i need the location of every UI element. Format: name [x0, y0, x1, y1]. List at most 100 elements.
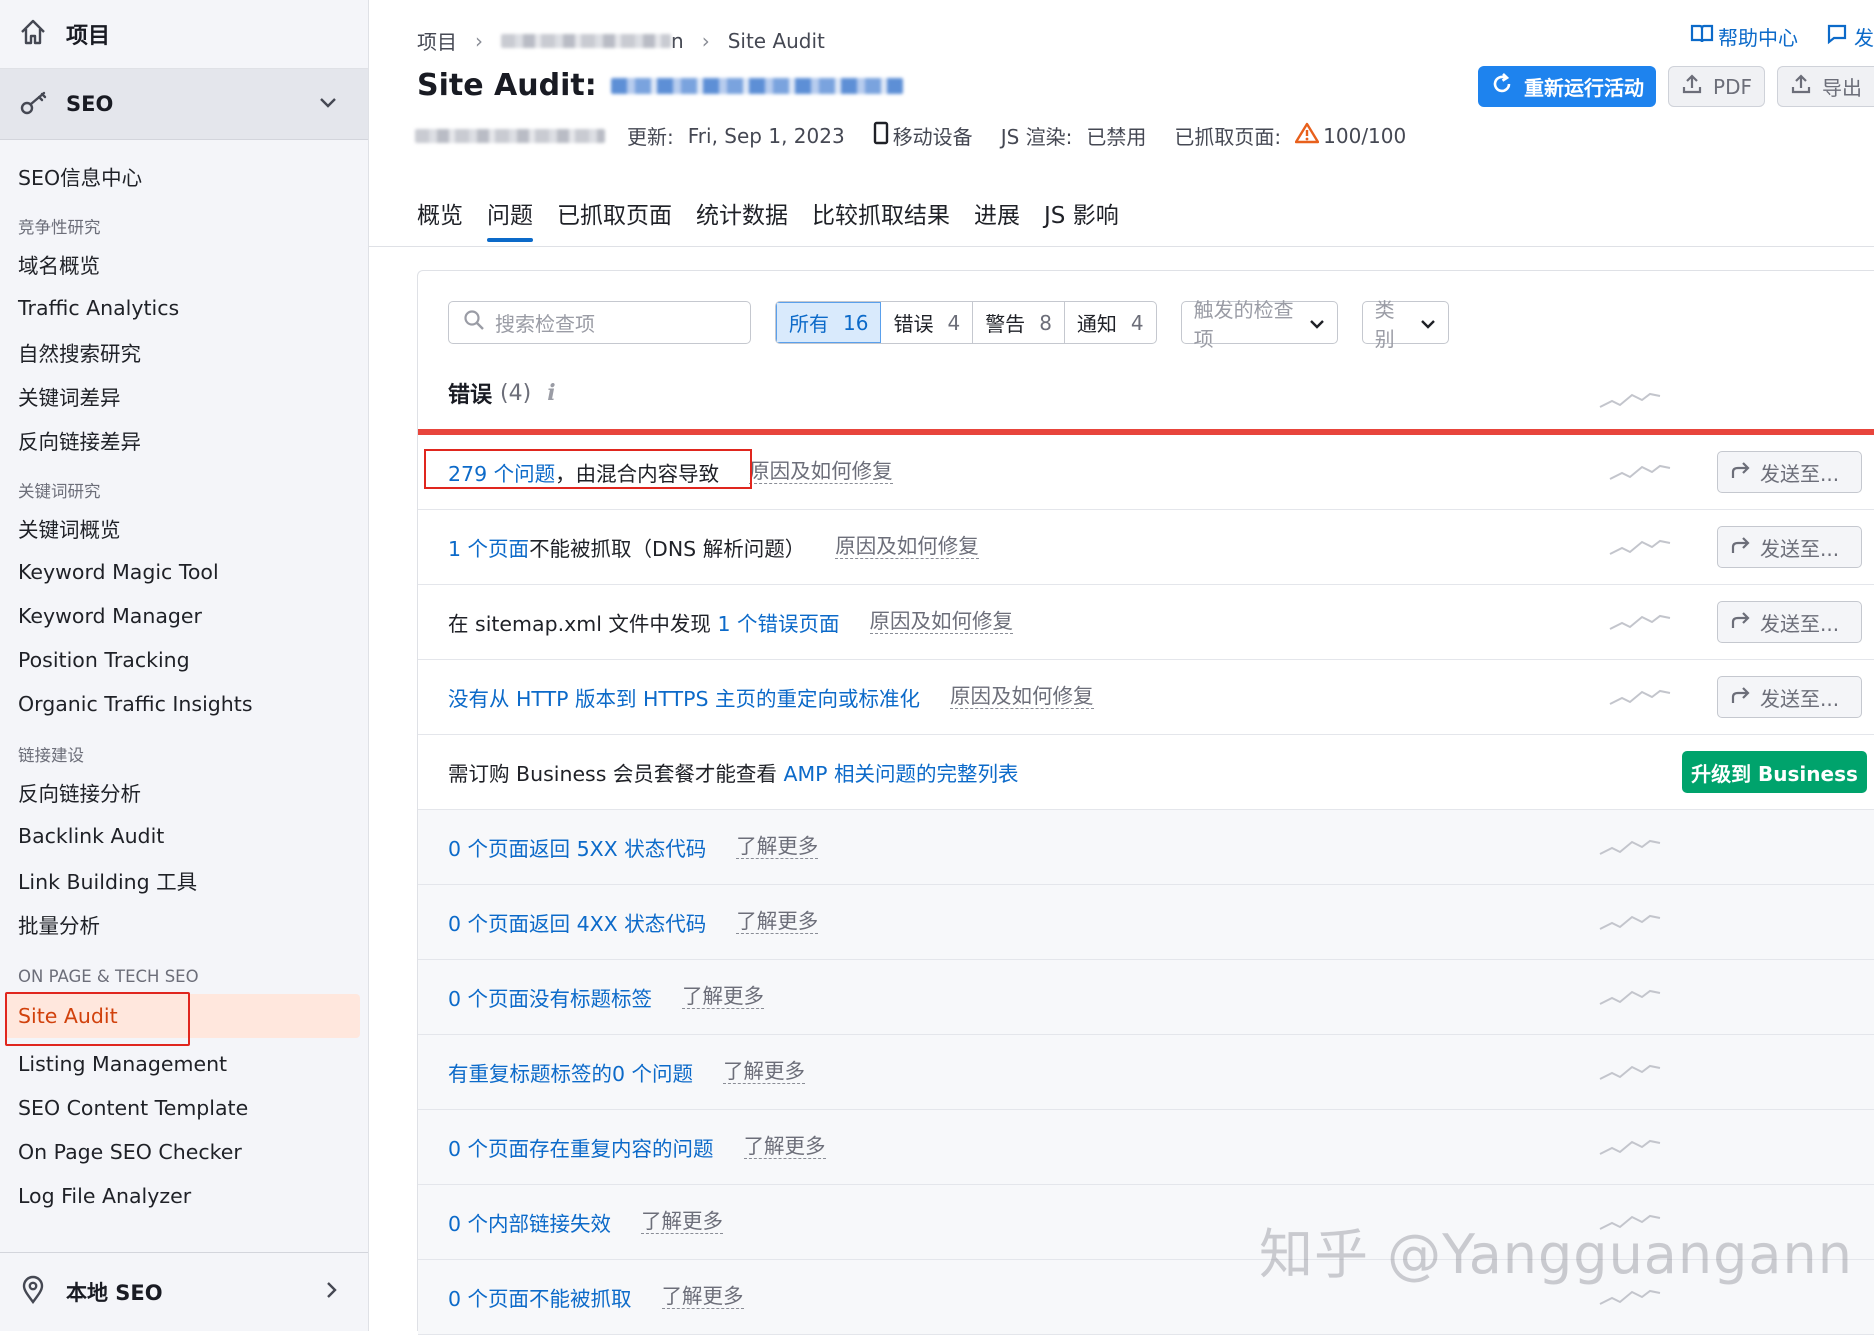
sidebar-item[interactable]: Keyword Magic Tool [0, 550, 368, 594]
sidebar-item[interactable]: 关键词差异 [0, 374, 368, 418]
trend-sparkline [1599, 392, 1661, 408]
issue-link[interactable]: 0 个页面返回 5XX 状态代码 [448, 837, 706, 861]
sidebar-item[interactable]: 域名概览 [0, 242, 368, 286]
sidebar-item[interactable]: 关键词概览 [0, 506, 368, 550]
issue-link[interactable]: 1 个错误页面 [717, 612, 839, 636]
sidebar-item-label: 批量分析 [18, 914, 100, 938]
feedback-link[interactable]: 发 [1826, 22, 1874, 51]
refresh-icon [1490, 72, 1514, 101]
sidebar-item-label: Organic Traffic Insights [18, 692, 253, 716]
severity-segment[interactable]: 通知 4 [1065, 302, 1156, 343]
send-to-button[interactable]: 发送至... [1717, 601, 1862, 643]
sidebar-item-label: 关键词概览 [18, 518, 121, 542]
share-arrow-icon [1730, 685, 1752, 710]
tab[interactable]: 进展 [974, 196, 1020, 242]
fix-guide-link[interactable]: 原因及如何修复 [835, 535, 979, 559]
sidebar-item[interactable]: Traffic Analytics [0, 286, 368, 330]
severity-segment[interactable]: 所有 16 [776, 302, 882, 343]
sidebar-seo-label: SEO [66, 92, 114, 116]
sidebar-item[interactable]: SEO信息中心 [0, 154, 368, 198]
severity-segment[interactable]: 警告 8 [973, 302, 1065, 343]
tab[interactable]: 已抓取页面 [557, 196, 672, 242]
tab[interactable]: 统计数据 [696, 196, 788, 242]
header-divider [369, 246, 1874, 247]
export-button[interactable]: 导出 [1777, 66, 1874, 107]
sidebar-item-label: On Page SEO Checker [18, 1140, 242, 1164]
issue-text: 0 个页面不能被抓取 [448, 1282, 632, 1312]
trend-sparkline [1599, 1064, 1661, 1080]
fix-guide-link[interactable]: 了解更多 [641, 1210, 724, 1234]
sidebar-item[interactable]: On Page SEO Checker [0, 1130, 368, 1174]
rerun-campaign-button[interactable]: 重新运行活动 [1478, 66, 1657, 107]
sidebar-item[interactable]: Listing Management [0, 1042, 368, 1086]
sidebar-item-label: Position Tracking [18, 648, 190, 672]
fix-guide-link[interactable]: 了解更多 [736, 910, 819, 934]
fix-guide-link[interactable]: 原因及如何修复 [950, 685, 1094, 709]
home-icon [18, 17, 48, 51]
send-to-button[interactable]: 发送至... [1717, 676, 1862, 718]
sidebar-item[interactable]: 自然搜索研究 [0, 330, 368, 374]
issue-link[interactable]: 0 个页面存在重复内容的问题 [448, 1137, 714, 1161]
info-icon[interactable]: i [547, 380, 555, 406]
sidebar-item[interactable]: Keyword Manager [0, 594, 368, 638]
sidebar-item[interactable]: Link Building 工具 [0, 858, 368, 902]
sidebar-item[interactable]: 反向链接分析 [0, 770, 368, 814]
fix-guide-link[interactable]: 了解更多 [743, 1135, 826, 1159]
fix-guide-link[interactable]: 了解更多 [682, 985, 765, 1009]
js-render-value: 已禁用 [1086, 125, 1147, 149]
issue-link[interactable]: AMP 相关问题的完整列表 [783, 762, 1018, 786]
chevron-down-icon [1309, 311, 1325, 335]
severity-segment[interactable]: 错误 4 [881, 302, 974, 343]
tab[interactable]: 概览 [417, 196, 463, 242]
fix-guide-link[interactable]: 原因及如何修复 [869, 610, 1013, 634]
share-arrow-icon [1730, 610, 1752, 635]
pdf-button[interactable]: PDF [1668, 66, 1765, 107]
fix-guide-link[interactable]: 原因及如何修复 [749, 460, 893, 484]
fix-guide-link[interactable]: 了解更多 [723, 1060, 806, 1084]
sidebar-local-seo[interactable]: 本地 SEO [0, 1252, 368, 1331]
tab[interactable]: 比较抓取结果 [812, 196, 950, 242]
issues-list: 279 个问题，由混合内容导致 原因及如何修复 发送至... 1 个页面不能被抓取（D… [418, 435, 1874, 1335]
sidebar-item[interactable]: Site Audit [5, 992, 360, 1046]
issue-link[interactable]: 0 个内部链接失效 [448, 1212, 611, 1236]
help-center-link[interactable]: 帮助中心 [1690, 22, 1798, 51]
sidebar-item[interactable]: Log File Analyzer [0, 1174, 368, 1218]
tab[interactable]: JS 影响 [1044, 196, 1119, 242]
sidebar-item-label: Keyword Manager [18, 604, 202, 628]
errors-section-title: 错误 (4) i [448, 380, 556, 408]
tab[interactable]: 问题 [487, 196, 533, 242]
sidebar-item[interactable]: Organic Traffic Insights [0, 682, 368, 726]
sidebar-seo-toggle[interactable]: SEO [0, 69, 368, 140]
highlight-box [5, 992, 190, 1046]
issue-text: 0 个内部链接失效 [448, 1207, 611, 1237]
fix-guide-link[interactable]: 了解更多 [736, 835, 819, 859]
issue-text-part: 不能被抓取（DNS 解析问题） [529, 537, 806, 561]
breadcrumb-root[interactable]: 项目 [417, 26, 457, 55]
issue-link[interactable]: 有重复标题标签的0 个问题 [448, 1062, 693, 1086]
sidebar-item[interactable]: Backlink Audit [0, 814, 368, 858]
send-to-button[interactable]: 发送至... [1717, 451, 1862, 493]
sidebar-item-label: SEO信息中心 [18, 166, 143, 190]
trend-sparkline [1609, 614, 1671, 630]
fix-guide-link[interactable]: 了解更多 [661, 1285, 744, 1309]
sidebar-item[interactable]: 批量分析 [0, 902, 368, 946]
sidebar-projects[interactable]: 项目 [0, 0, 368, 69]
triggered-checks-dropdown[interactable]: 触发的检查项 [1180, 298, 1338, 351]
sidebar-item-label: Traffic Analytics [18, 296, 180, 320]
sidebar-item[interactable]: Position Tracking [0, 638, 368, 682]
issue-link[interactable]: 0 个页面返回 4XX 状态代码 [448, 912, 706, 936]
issue-link[interactable]: 0 个页面不能被抓取 [448, 1287, 632, 1311]
issue-link[interactable]: 没有从 HTTP 版本到 HTTPS 主页的重定向或标准化 [448, 687, 920, 711]
sidebar-item[interactable]: SEO Content Template [0, 1086, 368, 1130]
upload-icon [1681, 73, 1703, 100]
sidebar-item[interactable]: 反向链接差异 [0, 418, 368, 462]
send-to-button[interactable]: 发送至... [1717, 526, 1862, 568]
issue-link[interactable]: 0 个页面没有标题标签 [448, 987, 652, 1011]
issue-link[interactable]: 1 个页面 [448, 537, 529, 561]
comment-icon [1826, 23, 1848, 50]
breadcrumb-project[interactable]: n [501, 29, 684, 53]
category-dropdown[interactable]: 类别 [1361, 298, 1449, 351]
breadcrumb: 项目 › n › Site Audit [417, 26, 825, 55]
upgrade-business-button[interactable]: 升级到 Business [1682, 751, 1867, 793]
search-input[interactable]: 搜索检查项 [448, 301, 751, 344]
